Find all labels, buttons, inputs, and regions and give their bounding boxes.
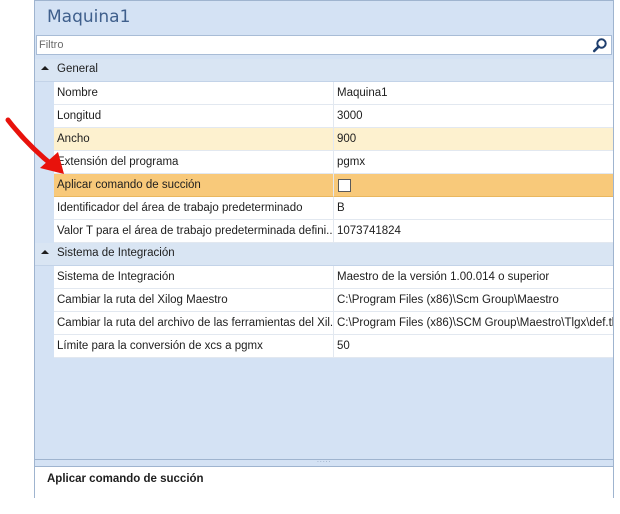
property-value: 900 — [337, 133, 357, 145]
property-value: Maquina1 — [337, 87, 388, 99]
property-row[interactable]: Extensión del programa pgmx — [35, 151, 613, 174]
property-name: Nombre — [57, 87, 98, 99]
red-arrow-annotation — [5, 117, 64, 174]
property-name-cell[interactable]: Ancho — [54, 128, 334, 151]
property-name-cell[interactable]: Límite para la conversión de xcs a pgmx — [54, 335, 334, 358]
panel-title: Maquina1 — [47, 7, 131, 27]
property-row[interactable]: Sistema de Integración Maestro de la vers… — [35, 266, 613, 289]
property-value: C:\Program Files (x86)\Scm Group\Maestro — [337, 294, 559, 306]
property-value-cell[interactable]: B — [334, 197, 613, 220]
chevron-up-icon[interactable] — [41, 64, 49, 72]
property-row[interactable]: Cambiar la ruta del archivo de las ferra… — [35, 312, 613, 335]
property-value-cell[interactable]: 3000 — [334, 105, 613, 128]
description-title: Aplicar comando de succión — [47, 473, 204, 485]
property-name-cell[interactable]: Valor T para el área de trabajo predeter… — [54, 220, 334, 243]
property-value: 3000 — [337, 110, 363, 122]
property-name-cell[interactable]: Extensión del programa — [54, 151, 334, 174]
property-grid: General Nombre Maquina1 Longitud 3000 Ancho 90… — [35, 59, 613, 358]
property-value-cell[interactable]: 1073741824 — [334, 220, 613, 243]
property-name-cell[interactable]: Identificador del área de trabajo predet… — [54, 197, 334, 220]
row-gutter — [35, 266, 54, 289]
row-gutter — [35, 82, 54, 105]
property-name-cell[interactable]: Cambiar la ruta del Xilog Maestro — [54, 289, 334, 312]
suction-checkbox[interactable] — [338, 179, 351, 192]
property-row[interactable]: Nombre Maquina1 — [35, 82, 613, 105]
row-gutter — [35, 289, 54, 312]
property-name: Límite para la conversión de xcs a pgmx — [57, 340, 263, 352]
property-row[interactable]: Valor T para el área de trabajo predeter… — [35, 220, 613, 243]
property-value-cell[interactable]: 50 — [334, 335, 613, 358]
property-name: Identificador del área de trabajo predet… — [57, 202, 303, 214]
property-value: Maestro de la versión 1.00.014 o superio… — [337, 271, 550, 283]
category-header[interactable]: General — [35, 59, 613, 82]
property-name: Extensión del programa — [57, 156, 179, 168]
property-panel: Maquina1 GeneralNombreMaquina1Longitud30… — [34, 0, 614, 498]
category-label: Sistema de Integración — [57, 247, 175, 259]
property-name: Valor T para el área de trabajo predeter… — [57, 225, 334, 237]
property-name-cell[interactable]: Nombre — [54, 82, 334, 105]
filter-box — [36, 35, 612, 55]
splitter[interactable]: ····· — [35, 459, 613, 466]
row-gutter — [35, 197, 54, 220]
property-name: Sistema de Integración — [57, 271, 175, 283]
search-icon[interactable] — [592, 37, 608, 53]
property-value-cell[interactable]: C:\Program Files (x86)\SCM Group\Maestro… — [334, 312, 613, 335]
property-row[interactable]: Identificador del área de trabajo predet… — [35, 197, 613, 220]
property-row[interactable]: Cambiar la ruta del Xilog Maestro C:\Prog… — [35, 289, 613, 312]
property-value-cell[interactable]: C:\Program Files (x86)\Scm Group\Maestro — [334, 289, 613, 312]
property-value: pgmx — [337, 156, 366, 168]
property-name: Aplicar comando de succión — [57, 179, 201, 191]
chevron-up-icon[interactable] — [41, 248, 49, 256]
row-gutter — [35, 335, 54, 358]
property-row[interactable]: Longitud 3000 — [35, 105, 613, 128]
property-name-cell[interactable]: Cambiar la ruta del archivo de las ferra… — [54, 312, 334, 335]
property-value-cell[interactable] — [334, 174, 613, 197]
property-value-cell[interactable]: Maestro de la versión 1.00.014 o superio… — [334, 266, 613, 289]
property-row[interactable]: Ancho 900 — [35, 128, 613, 151]
property-name-cell[interactable]: Sistema de Integración — [54, 266, 334, 289]
row-gutter — [35, 220, 54, 243]
category-header[interactable]: Sistema de Integración — [35, 243, 613, 266]
property-value-cell[interactable]: 900 — [334, 128, 613, 151]
property-value-cell[interactable]: Maquina1 — [334, 82, 613, 105]
property-name-cell[interactable]: Longitud — [54, 105, 334, 128]
row-gutter — [35, 312, 54, 335]
category-label: General — [57, 63, 98, 75]
description-pane: Aplicar comando de succión — [35, 466, 613, 498]
property-value: 50 — [337, 340, 350, 352]
property-value: B — [337, 202, 345, 214]
property-name: Cambiar la ruta del archivo de las ferra… — [57, 317, 334, 329]
property-name-cell[interactable]: Aplicar comando de succión — [54, 174, 334, 197]
property-value: C:\Program Files (x86)\SCM Group\Maestro… — [337, 317, 613, 329]
property-row[interactable]: Límite para la conversión de xcs a pgmx 5… — [35, 335, 613, 358]
property-name: Cambiar la ruta del Xilog Maestro — [57, 294, 228, 306]
property-value-cell[interactable]: pgmx — [334, 151, 613, 174]
property-row[interactable]: Aplicar comando de succión — [35, 174, 613, 197]
filter-input[interactable] — [39, 37, 579, 53]
property-value: 1073741824 — [337, 225, 401, 237]
